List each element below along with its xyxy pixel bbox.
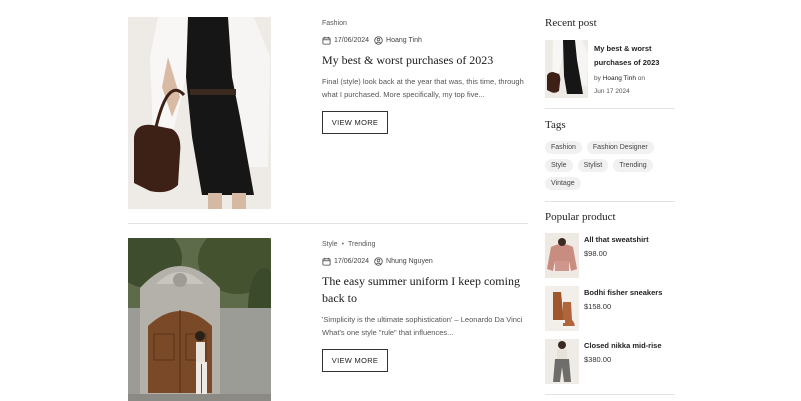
- category-link[interactable]: Fashion: [322, 20, 347, 27]
- recent-post-author[interactable]: Hoang Tinh: [603, 75, 636, 82]
- post-meta: 17/06/2024 Hoang Tinh: [322, 34, 532, 46]
- product-item[interactable]: Closed nikka mid-rise $380.00: [545, 339, 675, 384]
- user-circle-icon: [374, 35, 383, 45]
- view-more-button[interactable]: VIEW MORE: [322, 349, 388, 372]
- category-link[interactable]: Trending: [348, 241, 375, 248]
- product-price: $158.00: [584, 302, 612, 311]
- tag-fashion-designer[interactable]: Fashion Designer: [586, 141, 654, 154]
- tags-heading: Tags: [545, 119, 566, 131]
- recent-post-heading: Recent post: [545, 17, 597, 29]
- recent-post-thumbnail[interactable]: [545, 40, 588, 98]
- recent-post-text: My best & worst purchases of 2023 by Hoa…: [594, 42, 676, 98]
- post-excerpt: Final (style) look back at the year that…: [322, 77, 524, 99]
- post-date: 17/06/2024: [334, 36, 370, 44]
- product-item[interactable]: All that sweatshirt $98.00: [545, 233, 675, 278]
- product-name[interactable]: Bodhi fisher sneakers: [584, 288, 662, 297]
- tag-stylist[interactable]: Stylist: [577, 159, 609, 172]
- product-item[interactable]: Bodhi fisher sneakers $158.00: [545, 286, 675, 331]
- tag-vintage[interactable]: Vintage: [545, 177, 581, 190]
- user-circle-icon: [374, 256, 383, 266]
- post-meta: 17/06/2024 Nhung Nguyen: [322, 255, 532, 267]
- post-excerpt: 'Simplicity is the ultimate sophisticati…: [322, 315, 523, 337]
- tag-trending[interactable]: Trending: [613, 159, 653, 172]
- tag-style[interactable]: Style: [545, 159, 573, 172]
- sidebar-divider: [545, 108, 675, 109]
- sidebar-divider: [545, 394, 675, 395]
- post-title[interactable]: The easy summer uniform I keep coming ba…: [322, 273, 532, 307]
- post-date: 17/06/2024: [334, 257, 370, 265]
- post-title[interactable]: My best & worst purchases of 2023: [322, 52, 532, 69]
- calendar-icon: [322, 257, 331, 266]
- recent-post-title[interactable]: My best & worst purchases of 2023: [594, 42, 676, 70]
- product-name[interactable]: Closed nikka mid-rise: [584, 341, 662, 350]
- post-author[interactable]: Nhung Nguyen: [386, 258, 433, 265]
- product-price: $98.00: [584, 249, 607, 258]
- recent-post-date: Jun 17 2024: [594, 88, 630, 95]
- post-image[interactable]: [128, 17, 271, 209]
- post-author[interactable]: Hoang Tinh: [386, 37, 422, 44]
- by-label: by: [594, 75, 601, 82]
- post-divider: [128, 223, 528, 224]
- calendar-icon: [322, 36, 331, 45]
- blog-post-card: Fashion 17/06/2024 Hoang Tinh My best & …: [128, 17, 528, 209]
- blog-post-card: Style • Trending 17/06/2024 Nhung Nguyen…: [128, 238, 528, 401]
- post-body: Fashion 17/06/2024 Hoang Tinh My best & …: [322, 17, 532, 134]
- tag-fashion[interactable]: Fashion: [545, 141, 582, 154]
- sidebar-divider: [545, 201, 675, 202]
- product-thumbnail[interactable]: [545, 339, 579, 384]
- on-label: on: [637, 75, 645, 82]
- recent-post-item[interactable]: My best & worst purchases of 2023 by Hoa…: [545, 40, 675, 98]
- popular-product-heading: Popular product: [545, 211, 616, 223]
- product-price: $380.00: [584, 355, 612, 364]
- post-categories: Style • Trending: [322, 238, 532, 250]
- product-thumbnail[interactable]: [545, 233, 579, 278]
- post-image[interactable]: [128, 238, 271, 401]
- category-separator: •: [341, 240, 345, 248]
- post-categories: Fashion: [322, 17, 532, 29]
- post-body: Style • Trending 17/06/2024 Nhung Nguyen…: [322, 238, 532, 372]
- view-more-button[interactable]: VIEW MORE: [322, 111, 388, 134]
- product-thumbnail[interactable]: [545, 286, 579, 331]
- category-link[interactable]: Style: [322, 241, 338, 248]
- recent-post-meta: by Hoang Tinh on Jun 17 2024: [594, 72, 676, 98]
- product-name[interactable]: All that sweatshirt: [584, 235, 649, 244]
- tag-cloud: Fashion Fashion Designer Style Stylist T…: [545, 141, 675, 190]
